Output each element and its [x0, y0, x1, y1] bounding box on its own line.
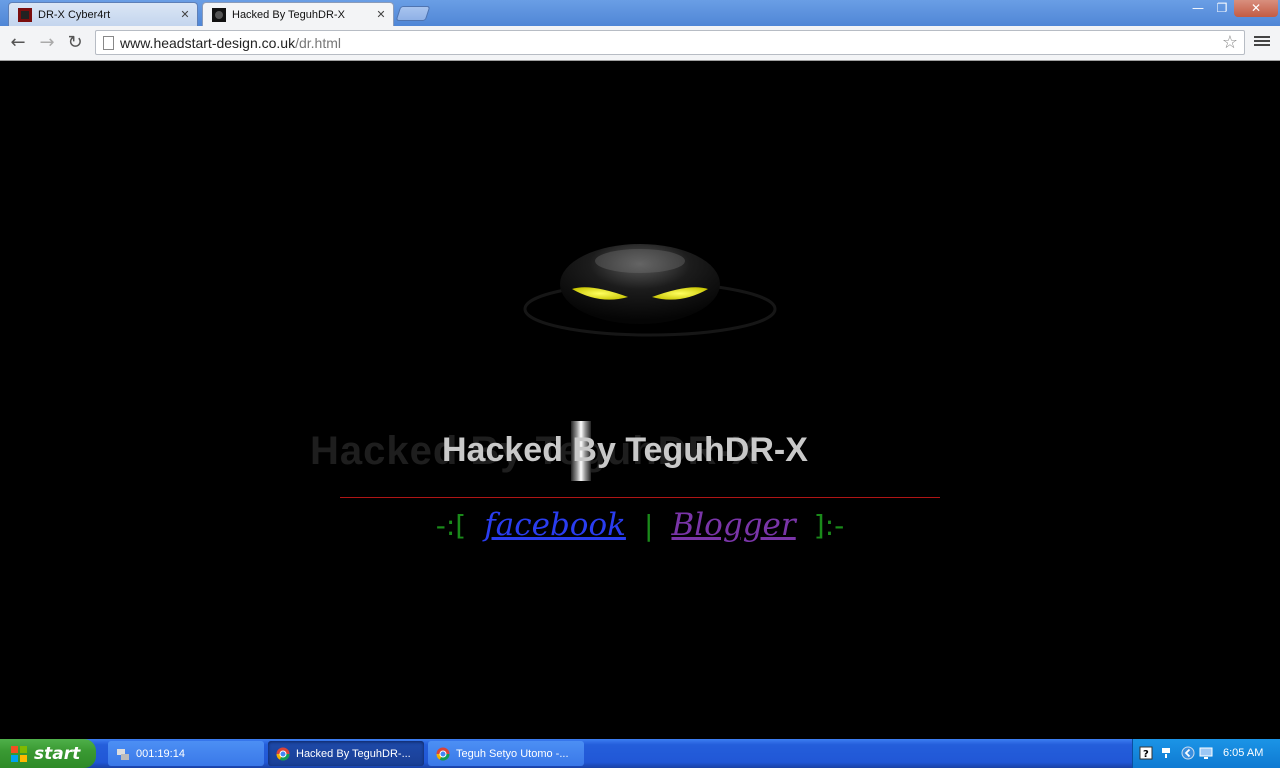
bracket-open: -:[	[435, 509, 467, 542]
windows-flag-icon	[11, 745, 27, 762]
page-content: Hacked By TeguhDR-X Hacked By TeguhDR-X …	[0, 61, 1280, 739]
chevron-left-icon[interactable]	[1181, 746, 1195, 760]
forward-button[interactable]: →	[35, 32, 59, 54]
chrome-menu-icon[interactable]	[1254, 34, 1270, 50]
tab-hacked-by-teguhdr-x[interactable]: Hacked By TeguhDR-X ✕	[202, 2, 394, 26]
tab-title: Hacked By TeguhDR-X	[232, 8, 345, 21]
new-tab-button[interactable]	[395, 6, 431, 21]
address-bar[interactable]: www.headstart-design.co.uk/dr.html ☆	[95, 30, 1245, 55]
start-label: start	[34, 743, 81, 764]
browser-frame: DR-X Cyber4rt ✕ Hacked By TeguhDR-X ✕ — …	[0, 0, 1280, 61]
site-favicon-icon	[212, 7, 226, 22]
monitor-icon[interactable]	[1199, 746, 1213, 760]
divider-line	[340, 497, 940, 498]
link-separator: |	[643, 509, 654, 542]
task-label: Hacked By TeguhDR-...	[296, 747, 411, 760]
chrome-icon	[436, 747, 450, 760]
svg-text:?: ?	[1143, 749, 1149, 760]
close-window-button[interactable]: ✕	[1234, 0, 1278, 17]
task-label: 001:19:14	[136, 747, 185, 760]
page-headline: Hacked By TeguhDR-X	[442, 431, 808, 469]
chrome-icon	[276, 747, 290, 760]
tab-close-icon[interactable]: ✕	[177, 8, 193, 21]
taskbar: start 001:19:14 Hacked By TeguhDR-... Te…	[0, 739, 1280, 768]
page-icon	[103, 36, 114, 50]
start-button[interactable]: start	[0, 739, 96, 768]
blogger-link[interactable]: Blogger	[671, 507, 795, 543]
alien-face-logo	[523, 244, 777, 337]
task-label: Teguh Setyo Utomo -...	[456, 747, 569, 760]
taskbar-item-teguh-setyo-utomo[interactable]: Teguh Setyo Utomo -...	[428, 741, 584, 766]
tab-title: DR-X Cyber4rt	[38, 8, 111, 21]
url-host: www.headstart-design.co.uk	[120, 35, 296, 51]
system-tray: ? 6:05 AM	[1132, 739, 1280, 768]
taskbar-item-network-timer[interactable]: 001:19:14	[108, 741, 264, 766]
network-status-icon[interactable]	[1159, 746, 1173, 760]
title-banner: Hacked By TeguhDR-X Hacked By TeguhDR-X	[300, 421, 980, 483]
back-button[interactable]: ←	[6, 32, 30, 54]
maximize-button[interactable]: ❐	[1208, 0, 1236, 17]
url-text[interactable]: www.headstart-design.co.uk/dr.html	[120, 35, 341, 51]
taskbar-item-hacked-by-teguhdr-x[interactable]: Hacked By TeguhDR-...	[268, 741, 424, 766]
network-icon	[117, 748, 129, 760]
reload-button[interactable]: ↻	[63, 32, 87, 54]
facebook-link[interactable]: facebook	[484, 507, 626, 543]
browser-toolbar: ← → ↻ www.headstart-design.co.uk/dr.html…	[0, 26, 1280, 61]
url-path: /dr.html	[295, 35, 341, 51]
site-favicon-icon	[18, 7, 32, 22]
tab-strip: DR-X Cyber4rt ✕ Hacked By TeguhDR-X ✕ — …	[0, 0, 1280, 26]
help-icon[interactable]: ?	[1139, 746, 1153, 760]
tab-close-icon[interactable]: ✕	[373, 8, 389, 21]
bookmark-star-icon[interactable]: ☆	[1222, 32, 1238, 53]
bracket-close: ]:-	[813, 509, 845, 542]
clock: 6:05 AM	[1223, 747, 1264, 759]
tab-dr-x-cyber4rt[interactable]: DR-X Cyber4rt ✕	[8, 2, 198, 26]
social-links: -:[ facebook | Blogger ]:-	[0, 507, 1280, 543]
